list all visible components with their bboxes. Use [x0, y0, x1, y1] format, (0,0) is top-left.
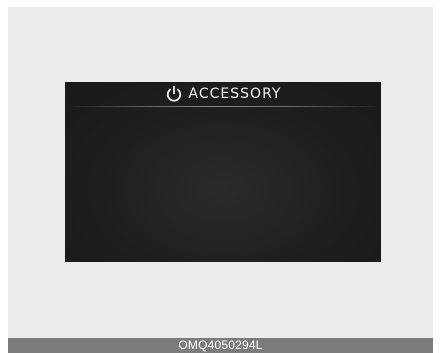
figure-code: OMQ4050294L [178, 338, 263, 352]
caption-bar: OMQ4050294L [8, 338, 433, 353]
cluster-display: ACCESSORY [65, 82, 381, 262]
figure-frame: ACCESSORY OMQ4050294L [8, 7, 433, 353]
mode-label: ACCESSORY [188, 86, 282, 102]
display-header: ACCESSORY [65, 82, 381, 106]
header-divider [65, 106, 381, 107]
power-icon [165, 85, 183, 103]
